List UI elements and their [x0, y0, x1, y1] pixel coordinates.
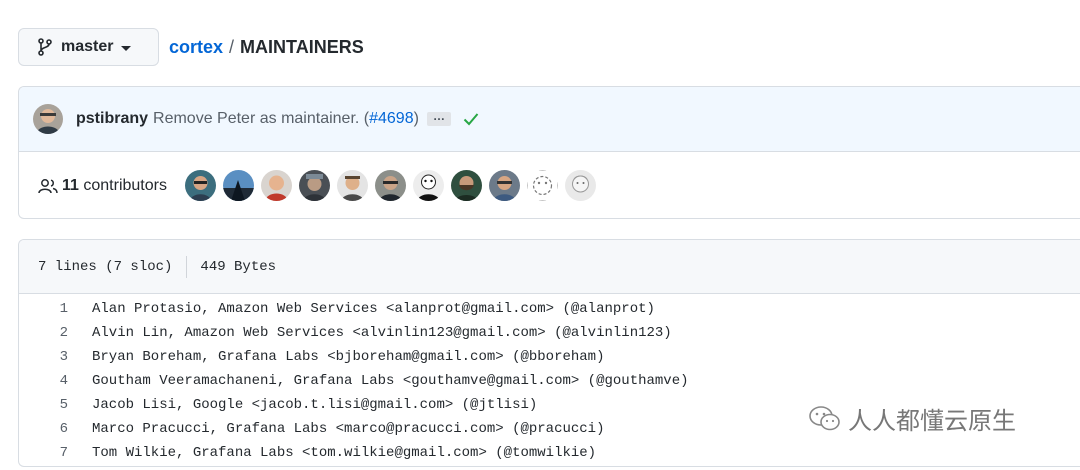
latest-commit-row: pstibrany Remove Peter as maintainer. (#…: [19, 87, 1080, 152]
line-content: Alan Protasio, Amazon Web Services <alan…: [92, 301, 655, 317]
check-icon[interactable]: [463, 112, 479, 126]
line-number[interactable]: 5: [19, 397, 68, 413]
contributor-avatar[interactable]: [564, 170, 596, 201]
contributor-avatar[interactable]: [526, 170, 558, 201]
line-number[interactable]: 2: [19, 325, 68, 341]
header-divider: [186, 255, 188, 278]
git-branch-icon: [38, 38, 52, 56]
watermark: 人人都懂云原生: [808, 401, 1016, 436]
line-content: Goutham Veeramachaneni, Grafana Labs <go…: [92, 373, 689, 389]
contributor-avatar[interactable]: [336, 170, 368, 201]
contributor-avatars: [184, 170, 596, 201]
code-line: 4 Goutham Veeramachaneni, Grafana Labs <g…: [19, 369, 1080, 393]
latest-commit-box: pstibrany Remove Peter as maintainer. (#…: [18, 86, 1080, 219]
contributor-avatar[interactable]: [222, 170, 254, 201]
commit-author-avatar[interactable]: [33, 104, 63, 134]
contributor-avatar[interactable]: [374, 170, 406, 201]
line-content: Alvin Lin, Amazon Web Services <alvinlin…: [92, 325, 672, 341]
breadcrumb: cortex / MAINTAINERS: [169, 37, 364, 58]
branch-selector-button[interactable]: master: [18, 28, 159, 66]
wechat-icon: [809, 405, 840, 430]
line-content: Bryan Boreham, Grafana Labs <bjboreham@g…: [92, 349, 605, 365]
contributors-count[interactable]: 11 contributors: [62, 177, 167, 195]
code-line: 3 Bryan Boreham, Grafana Labs <bjboreham@…: [19, 345, 1080, 369]
breadcrumb-repo-link[interactable]: cortex: [169, 37, 223, 58]
contributor-avatar[interactable]: [412, 170, 444, 201]
line-number[interactable]: 1: [19, 301, 68, 317]
chevron-down-icon: [121, 45, 132, 51]
commit-message-suffix: ): [413, 110, 419, 127]
code-line: 2 Alvin Lin, Amazon Web Services <alvinli…: [19, 321, 1080, 345]
contributor-avatar[interactable]: [298, 170, 330, 201]
commit-message-text: Remove Peter as maintainer. (: [153, 110, 370, 127]
line-number[interactable]: 6: [19, 421, 68, 437]
contributors-label: contributors: [83, 176, 167, 194]
line-content: Jacob Lisi, Google <jacob.t.lisi@gmail.c…: [92, 397, 538, 413]
breadcrumb-file-name: MAINTAINERS: [240, 37, 364, 57]
file-line-count: 7 lines (7 sloc): [38, 258, 173, 275]
file-size: 449 Bytes: [200, 258, 277, 275]
expand-commit-button[interactable]: …: [426, 110, 451, 126]
line-content: Marco Pracucci, Grafana Labs <marco@prac…: [92, 421, 605, 437]
line-number[interactable]: 7: [19, 445, 68, 461]
branch-name: master: [61, 38, 114, 55]
line-number[interactable]: 4: [19, 373, 68, 389]
breadcrumb-separator: /: [229, 37, 235, 57]
code-body: 1 Alan Protasio, Amazon Web Services <ala…: [19, 294, 1080, 465]
people-icon: [38, 178, 58, 193]
commit-author-link[interactable]: pstibrany: [76, 110, 148, 128]
commit-pr-link[interactable]: #4698: [369, 110, 414, 127]
contributor-avatar[interactable]: [260, 170, 292, 201]
contributors-row: 11 contributors: [19, 152, 1080, 218]
line-content: Tom Wilkie, Grafana Labs <tom.wilkie@gma…: [92, 445, 597, 461]
line-number[interactable]: 3: [19, 349, 68, 365]
contributor-avatar[interactable]: [184, 170, 216, 201]
contributor-avatar[interactable]: [450, 170, 482, 201]
contributors-number: 11: [62, 176, 79, 194]
commit-message[interactable]: Remove Peter as maintainer. (#4698): [153, 110, 419, 128]
file-header: 7 lines (7 sloc) 449 Bytes: [19, 240, 1080, 294]
code-line: 1 Alan Protasio, Amazon Web Services <ala…: [19, 297, 1080, 321]
contributor-avatar[interactable]: [488, 170, 520, 201]
code-line: 7 Tom Wilkie, Grafana Labs <tom.wilkie@gm…: [19, 441, 1080, 465]
watermark-text: 人人都懂云原生: [848, 407, 1016, 435]
